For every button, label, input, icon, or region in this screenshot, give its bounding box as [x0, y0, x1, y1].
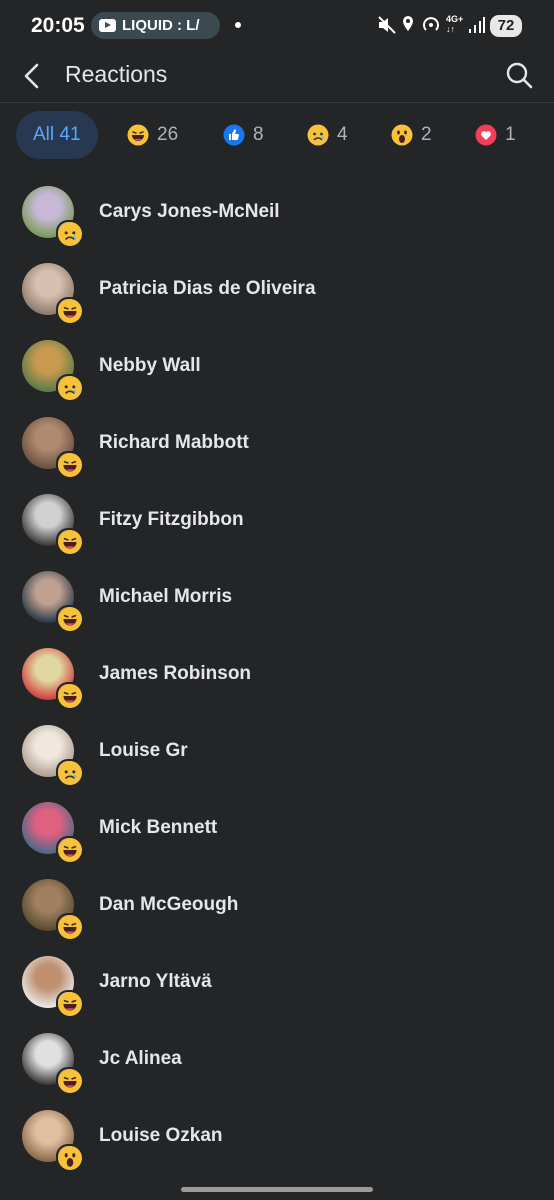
tab-love[interactable]: 1	[475, 111, 516, 159]
youtube-icon	[99, 19, 116, 32]
person-name[interactable]: Jc Alinea	[99, 1048, 182, 1070]
person-name[interactable]: Mick Bennett	[99, 817, 217, 839]
media-title: LIQUID : L/	[122, 17, 200, 34]
laugh-reaction-icon	[56, 682, 84, 710]
list-item[interactable]: Nebby Wall	[0, 324, 554, 402]
search-icon[interactable]	[504, 60, 534, 90]
person-name[interactable]: Fitzy Fitzgibbon	[99, 509, 244, 531]
app-header: Reactions	[0, 52, 554, 103]
media-notification-pill[interactable]: LIQUID : L/	[91, 12, 220, 39]
list-item[interactable]: Louise Ozkan	[0, 1094, 554, 1172]
back-arrow-icon[interactable]	[20, 61, 44, 91]
laugh-reaction-icon	[56, 913, 84, 941]
laugh-reaction-icon	[56, 451, 84, 479]
tab-like-count: 8	[253, 124, 264, 145]
mute-icon	[378, 16, 396, 34]
location-icon	[403, 16, 413, 31]
tab-like[interactable]: 8	[223, 111, 264, 159]
laugh-reaction-icon	[56, 836, 84, 864]
list-item[interactable]: Mick Bennett	[0, 786, 554, 864]
hotspot-icon	[423, 17, 439, 31]
laugh-reaction-icon	[56, 528, 84, 556]
sad-reaction-icon	[56, 374, 84, 402]
status-time: 20:05	[31, 14, 85, 37]
person-name[interactable]: Carys Jones-McNeil	[99, 201, 280, 223]
list-item[interactable]: Patricia Dias de Oliveira	[0, 247, 554, 325]
wow-emoji-icon	[391, 124, 413, 146]
list-item[interactable]: Dan McGeough	[0, 863, 554, 941]
person-name[interactable]: Louise Gr	[99, 740, 188, 762]
tab-laugh-count: 26	[157, 124, 179, 145]
person-name[interactable]: Louise Ozkan	[99, 1125, 223, 1147]
network-4g-icon: 4G+ ↓↑	[446, 14, 464, 34]
person-name[interactable]: James Robinson	[99, 663, 251, 685]
person-name[interactable]: Dan McGeough	[99, 894, 238, 916]
sad-reaction-icon	[56, 220, 84, 248]
wow-reaction-icon	[56, 1144, 84, 1172]
sad-reaction-icon	[56, 759, 84, 787]
sad-emoji-icon	[307, 124, 329, 146]
tab-sad[interactable]: 4	[307, 111, 348, 159]
notification-dot	[235, 22, 241, 28]
person-name[interactable]: Patricia Dias de Oliveira	[99, 278, 316, 300]
reaction-filter-tabs: All 41 26 8 4 2 1	[0, 103, 554, 167]
laugh-reaction-icon	[56, 605, 84, 633]
person-name[interactable]: Michael Morris	[99, 586, 232, 608]
list-item[interactable]: Michael Morris	[0, 555, 554, 633]
status-bar: 20:05 LIQUID : L/ 4G+ ↓↑ 72	[0, 0, 554, 52]
tab-wow[interactable]: 2	[391, 111, 432, 159]
signal-icon	[469, 17, 485, 33]
list-item[interactable]: Carys Jones-McNeil	[0, 170, 554, 248]
love-heart-icon	[475, 124, 497, 146]
list-item[interactable]: James Robinson	[0, 632, 554, 710]
home-indicator[interactable]	[181, 1187, 373, 1192]
laugh-reaction-icon	[56, 1067, 84, 1095]
person-name[interactable]: Jarno Yltävä	[99, 971, 212, 993]
person-name[interactable]: Nebby Wall	[99, 355, 201, 377]
battery-indicator: 72	[490, 15, 522, 37]
laugh-reaction-icon	[56, 297, 84, 325]
tab-all-label: All 41	[33, 124, 81, 145]
list-item[interactable]: Jc Alinea	[0, 1017, 554, 1095]
page-title: Reactions	[65, 61, 168, 87]
tab-love-count: 1	[505, 124, 516, 145]
list-item[interactable]: Fitzy Fitzgibbon	[0, 478, 554, 556]
tab-wow-count: 2	[421, 124, 432, 145]
like-icon	[223, 124, 245, 146]
person-name[interactable]: Richard Mabbott	[99, 432, 249, 454]
laugh-reaction-icon	[56, 990, 84, 1018]
list-item[interactable]: Richard Mabbott	[0, 401, 554, 479]
list-item[interactable]: Louise Gr	[0, 709, 554, 787]
laugh-emoji-icon	[127, 124, 149, 146]
tab-sad-count: 4	[337, 124, 348, 145]
tab-laugh[interactable]: 26	[127, 111, 178, 159]
tab-all[interactable]: All 41	[16, 111, 98, 159]
list-item[interactable]: Jarno Yltävä	[0, 940, 554, 1018]
